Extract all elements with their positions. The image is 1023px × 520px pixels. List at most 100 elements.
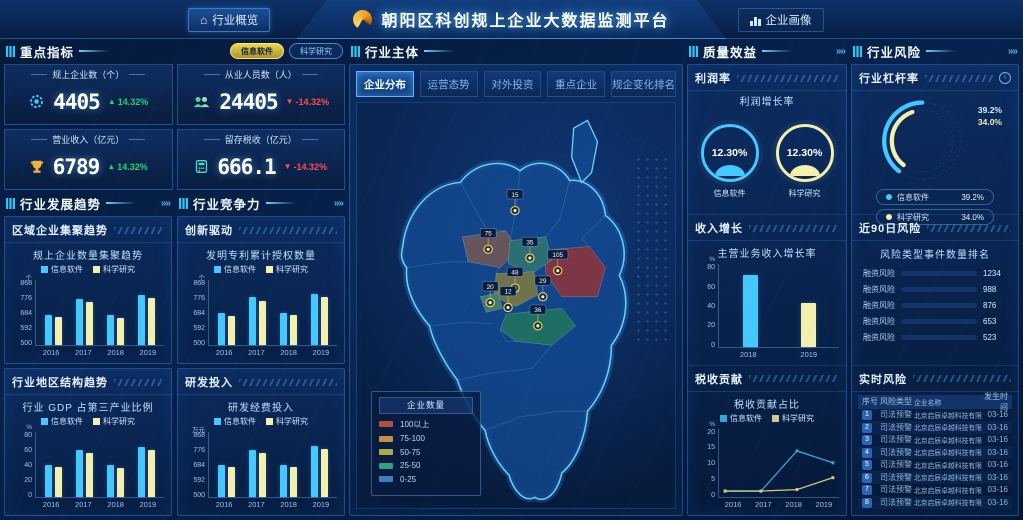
hbar-row: 融资风险523	[852, 329, 1018, 345]
hbar-row: 融资风险1234	[852, 265, 1018, 281]
profit-gauges: 12.30%信息软件12.30%科学研究	[688, 109, 846, 214]
legend-label: 科学研究	[103, 264, 135, 275]
bar	[45, 465, 52, 498]
bar-group	[76, 280, 93, 345]
tax-contribution-section: 税收贡献 税收贡献占比信息软件科学研究%20151050201620172018…	[688, 365, 846, 515]
seq-badge: 4	[862, 448, 872, 458]
subsection-title: 研发投入	[185, 374, 233, 390]
industry-risk-title: 行业风险	[867, 42, 921, 61]
tab-规企变化排名[interactable]: 规企变化排名	[611, 71, 676, 97]
bar-group	[280, 432, 297, 497]
patents-chart: 发明专利累计授权数量信息软件科学研究个868776684592500201620…	[178, 243, 344, 363]
filter-tag[interactable]: 科学研究	[289, 43, 343, 59]
hbar-row: 融资风险988	[852, 281, 1018, 297]
stat-value: 24405	[219, 90, 277, 114]
company-name-cell: 北京启辰卓越科技有限公司	[914, 422, 982, 432]
y-tick: 500	[20, 340, 32, 347]
seq-badge: 3	[862, 435, 872, 445]
bar-group	[45, 432, 62, 497]
stat-cards: 规上企业数（个）4405▲14.32%从业人员数（人）24405▼-14.32%…	[4, 64, 345, 190]
industry-main-header: 行业主体	[349, 42, 683, 60]
industry-trend-header: 行业发展趋势 »»	[4, 194, 172, 212]
bar-group	[801, 264, 816, 346]
hbar-label: 融资风险	[861, 300, 895, 311]
subsection-title: 税收贡献	[695, 371, 743, 387]
nav-enterprise-profile[interactable]: 企业画像	[738, 8, 824, 32]
info-icon[interactable]: i	[999, 72, 1011, 84]
expand-icon[interactable]: »»	[1008, 46, 1017, 57]
bar	[148, 298, 155, 345]
tab-运营态势[interactable]: 运营态势	[420, 71, 478, 97]
row-seq: 3	[862, 434, 880, 445]
legend-swatch	[720, 415, 727, 422]
risk-type-cell: 司法预警	[880, 447, 914, 458]
stat-delta: ▲14.32%	[108, 97, 148, 107]
filter-tag[interactable]: 信息软件	[230, 43, 284, 59]
bar-group	[249, 432, 266, 497]
x-tick: 2019	[313, 348, 330, 359]
trophy-icon	[29, 159, 45, 175]
panel-industry-risk: 行业风险 »» 行业杠杆率 i 39.2%34.0% 信息软件39.2%科学研究…	[851, 42, 1019, 516]
expand-icon[interactable]: »»	[161, 198, 170, 209]
svg-text:12: 12	[504, 289, 512, 296]
svg-text:48: 48	[511, 269, 519, 276]
section-bars-icon	[351, 46, 360, 57]
gauge-value: 12.30%	[787, 147, 823, 159]
svg-text:15: 15	[511, 192, 519, 199]
bar	[138, 295, 145, 345]
y-tick: 20	[707, 322, 715, 329]
company-name-cell: 北京启辰卓越科技有限公司	[914, 447, 982, 457]
innovation-box: 创新驱动 发明专利累计授权数量信息软件科学研究个8687766845925002…	[177, 216, 345, 364]
header-dash	[762, 50, 792, 52]
subsection-title: 收入增长	[695, 220, 743, 236]
bar	[280, 465, 287, 497]
stat-delta: ▼-14.32%	[284, 162, 327, 172]
risk-type-cell: 司法预警	[880, 459, 914, 470]
quality-benefit-title: 质量效益	[703, 42, 757, 61]
cluster-trend-chart: 规上企业数量集聚趋势信息软件科学研究个868776684592500201620…	[5, 243, 171, 363]
bar	[45, 315, 52, 345]
legend-item: 信息软件	[214, 264, 256, 275]
bar-group	[138, 280, 155, 345]
bar	[76, 299, 83, 345]
column-header: 发生时间	[982, 391, 1008, 413]
chart-title: 风险类型事件数量排名	[852, 246, 1018, 261]
leverage-legend-item: 信息软件39.2%	[876, 189, 994, 205]
company-name-cell: 北京启辰卓越科技有限公司	[914, 497, 982, 507]
plot-area	[718, 264, 839, 347]
chart-legend: 信息软件科学研究	[695, 413, 839, 424]
y-tick: 0	[711, 492, 715, 499]
y-tick: 684	[193, 310, 205, 317]
hbar-row: 融资风险653	[852, 313, 1018, 329]
row-seq: 7	[862, 484, 880, 495]
seq-badge: 8	[862, 498, 872, 508]
stat-delta-value: -14.32%	[294, 162, 328, 172]
hbar-label: 融资风险	[861, 316, 895, 327]
legend-item: 信息软件	[720, 413, 762, 424]
tab-企业分布[interactable]: 企业分布	[356, 71, 414, 97]
chart-title: 税收贡献占比	[695, 396, 839, 411]
table-row: 5司法预警北京启辰卓越科技有限公司03-16	[858, 459, 1012, 472]
subsection-title: 行业杠杆率	[859, 70, 919, 86]
map-legend-item: 100以上	[379, 419, 473, 430]
expand-icon[interactable]: »»	[334, 198, 343, 209]
rd-invest-box: 研发投入 研发经费投入信息软件科学研究万元8687766845925002016…	[177, 368, 345, 516]
industry-trend-title: 行业发展趋势	[20, 194, 101, 213]
nav-industry-overview[interactable]: ⌂ 行业概览	[188, 8, 270, 32]
company-name-cell: 北京启辰卓越科技有限公司	[914, 472, 982, 482]
expand-icon[interactable]: »»	[836, 46, 845, 57]
panel-industry-main: 行业主体 企业分布运营态势对外投资重点企业规企变化排名	[349, 42, 683, 516]
profit-section: 利润率 利润增长率 12.30%信息软件12.30%科学研究	[688, 65, 846, 214]
x-tick: 2018	[280, 348, 297, 359]
stat-delta-value: 14.32%	[118, 97, 149, 107]
hatch-decoration	[239, 379, 337, 386]
plot-area	[208, 280, 337, 346]
tab-对外投资[interactable]: 对外投资	[484, 71, 542, 97]
header-dash	[79, 50, 109, 52]
tab-重点企业[interactable]: 重点企业	[547, 71, 605, 97]
legend-label: 75-100	[400, 434, 425, 443]
legend-label: 信息软件	[51, 416, 83, 427]
header-dash	[106, 202, 136, 204]
seq-badge: 2	[862, 423, 872, 433]
bar	[249, 297, 256, 345]
